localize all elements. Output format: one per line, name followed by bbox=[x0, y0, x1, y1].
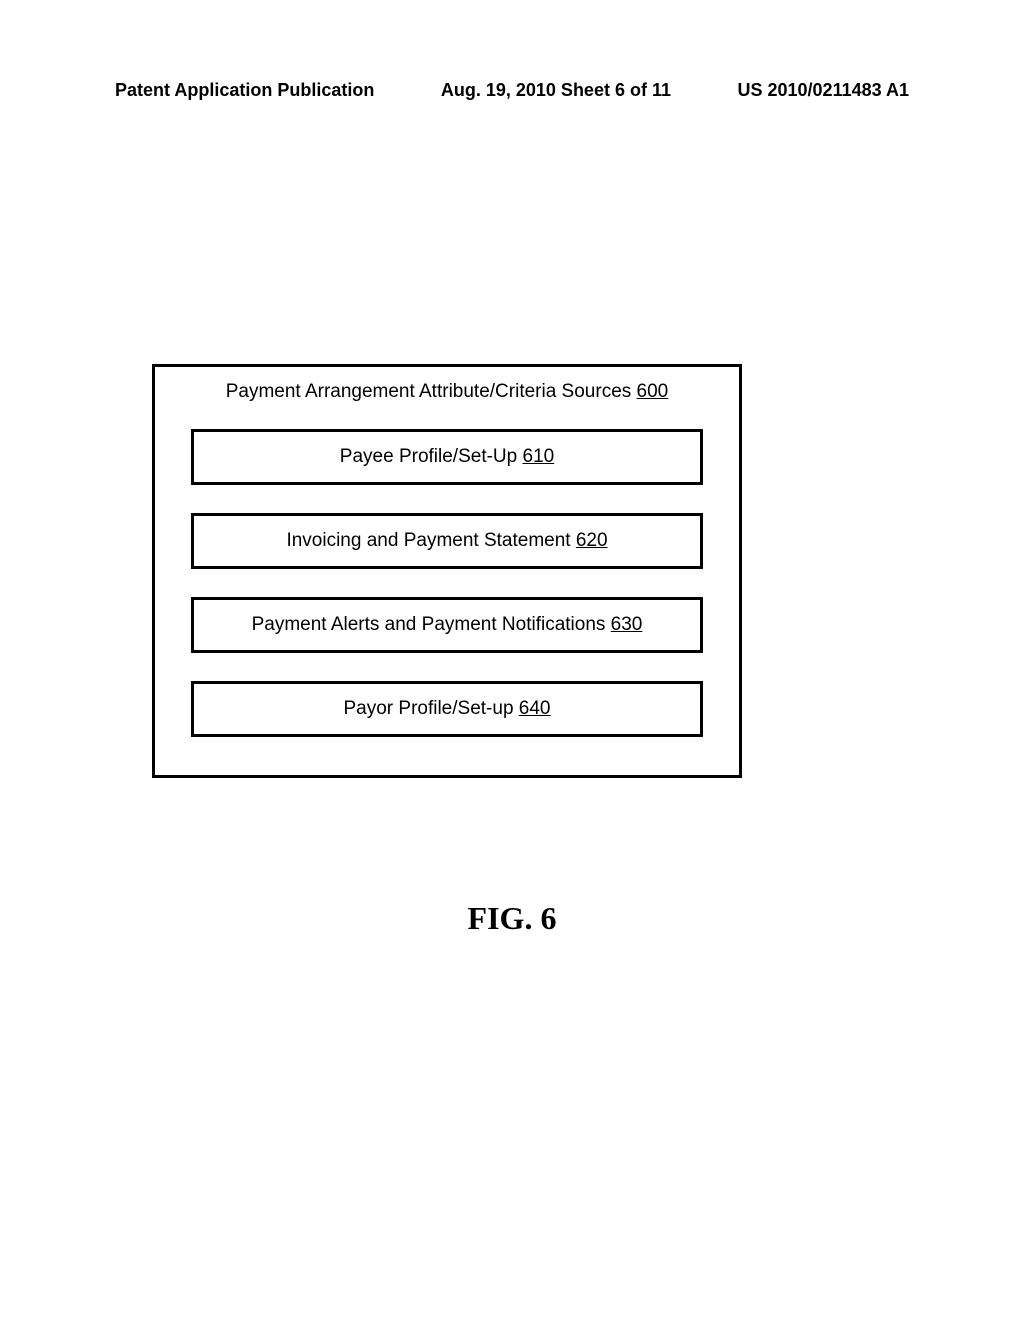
inner-box-ref: 640 bbox=[519, 698, 551, 719]
inner-box-ref: 610 bbox=[523, 446, 555, 467]
inner-box-ref: 630 bbox=[611, 614, 643, 635]
inner-box-alerts: Payment Alerts and Payment Notifications… bbox=[191, 597, 703, 653]
header-patent-number: US 2010/0211483 A1 bbox=[738, 80, 909, 101]
header-date-sheet: Aug. 19, 2010 Sheet 6 of 11 bbox=[441, 80, 671, 101]
header-publication-label: Patent Application Publication bbox=[115, 80, 374, 101]
diagram-outer-box: Payment Arrangement Attribute/Criteria S… bbox=[152, 364, 742, 778]
inner-box-ref: 620 bbox=[576, 530, 608, 551]
inner-box-text: Payor Profile/Set-up bbox=[343, 698, 518, 719]
inner-box-text: Invoicing and Payment Statement bbox=[286, 530, 575, 551]
patent-page: Patent Application Publication Aug. 19, … bbox=[0, 0, 1024, 1320]
outer-box-title-ref: 600 bbox=[637, 381, 669, 402]
outer-box-title-text: Payment Arrangement Attribute/Criteria S… bbox=[226, 381, 637, 402]
inner-box-invoicing: Invoicing and Payment Statement 620 bbox=[191, 513, 703, 569]
inner-box-text: Payment Alerts and Payment Notifications bbox=[252, 614, 611, 635]
inner-box-payee-profile: Payee Profile/Set-Up 610 bbox=[191, 429, 703, 485]
inner-box-payor-profile: Payor Profile/Set-up 640 bbox=[191, 681, 703, 737]
inner-box-text: Payee Profile/Set-Up bbox=[340, 446, 523, 467]
figure-caption: FIG. 6 bbox=[0, 900, 1024, 937]
page-header: Patent Application Publication Aug. 19, … bbox=[115, 80, 909, 101]
outer-box-title: Payment Arrangement Attribute/Criteria S… bbox=[191, 381, 703, 403]
